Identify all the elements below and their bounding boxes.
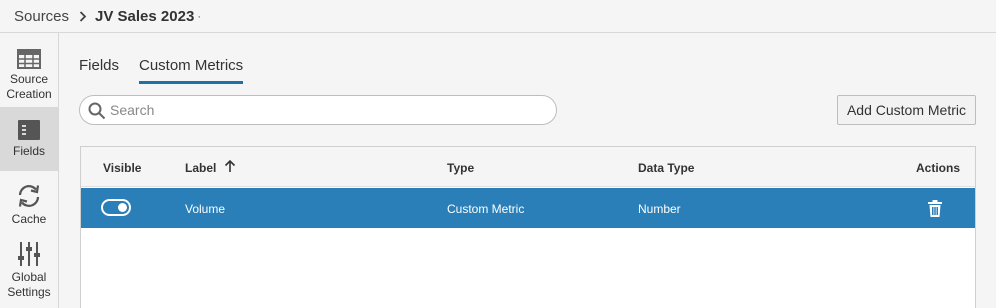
tab-fields[interactable]: Fields bbox=[79, 57, 119, 74]
main-content: Fields Custom Metrics Add Custom Metric … bbox=[59, 33, 996, 308]
column-header-visible: Visible bbox=[103, 161, 142, 175]
sidebar-label-cache: Cache bbox=[11, 212, 47, 226]
sidebar-item-fields[interactable]: Fields bbox=[0, 107, 58, 171]
chevron-right-icon bbox=[79, 10, 87, 22]
fields-icon bbox=[18, 120, 40, 140]
sidebar: Source Creation Fields Cache Global Sett… bbox=[0, 33, 59, 308]
sidebar-item-global-settings[interactable]: Global Settings bbox=[0, 239, 58, 303]
sidebar-label-fields: Fields bbox=[12, 144, 45, 158]
column-header-data-type: Data Type bbox=[638, 161, 695, 175]
sidebar-label-creation: Creation bbox=[6, 87, 52, 101]
table-header: Visible Label Type Data Type Actions bbox=[81, 147, 975, 187]
search-icon bbox=[88, 102, 106, 120]
sidebar-label-settings: Settings bbox=[7, 285, 51, 299]
sidebar-item-cache[interactable]: Cache bbox=[0, 175, 58, 231]
row-type: Custom Metric bbox=[447, 202, 525, 216]
search-box bbox=[79, 95, 557, 125]
active-tab-indicator bbox=[139, 81, 243, 84]
tab-custom-metrics[interactable]: Custom Metrics bbox=[139, 57, 243, 74]
breadcrumb-bar: Sources JV Sales 2023 · bbox=[0, 0, 996, 33]
row-label: Volume bbox=[185, 202, 226, 216]
search-input[interactable] bbox=[110, 100, 550, 120]
sidebar-label-global: Global bbox=[11, 270, 47, 284]
sliders-icon bbox=[18, 242, 40, 266]
sidebar-label-source: Source bbox=[9, 72, 49, 86]
custom-metrics-table: Visible Label Type Data Type Actions Vol… bbox=[80, 146, 976, 308]
breadcrumb-current: JV Sales 2023 bbox=[95, 7, 195, 25]
table-row[interactable]: Volume Custom Metric Number bbox=[81, 188, 975, 228]
add-custom-metric-button[interactable]: Add Custom Metric bbox=[837, 95, 976, 125]
visible-toggle[interactable] bbox=[101, 199, 131, 216]
column-header-type: Type bbox=[447, 161, 475, 175]
row-data-type: Number bbox=[638, 202, 681, 216]
breadcrumb-menu[interactable]: · bbox=[197, 9, 201, 23]
sort-ascending-icon[interactable] bbox=[224, 159, 236, 173]
table-icon bbox=[17, 49, 41, 69]
trash-icon[interactable] bbox=[927, 200, 943, 217]
sidebar-item-source-creation[interactable]: Source Creation bbox=[0, 41, 58, 103]
column-header-label[interactable]: Label bbox=[185, 161, 216, 175]
refresh-icon bbox=[18, 185, 40, 207]
column-header-actions: Actions bbox=[916, 161, 961, 175]
toggle-knob bbox=[118, 203, 127, 212]
breadcrumb-sources-link[interactable]: Sources bbox=[14, 8, 69, 25]
